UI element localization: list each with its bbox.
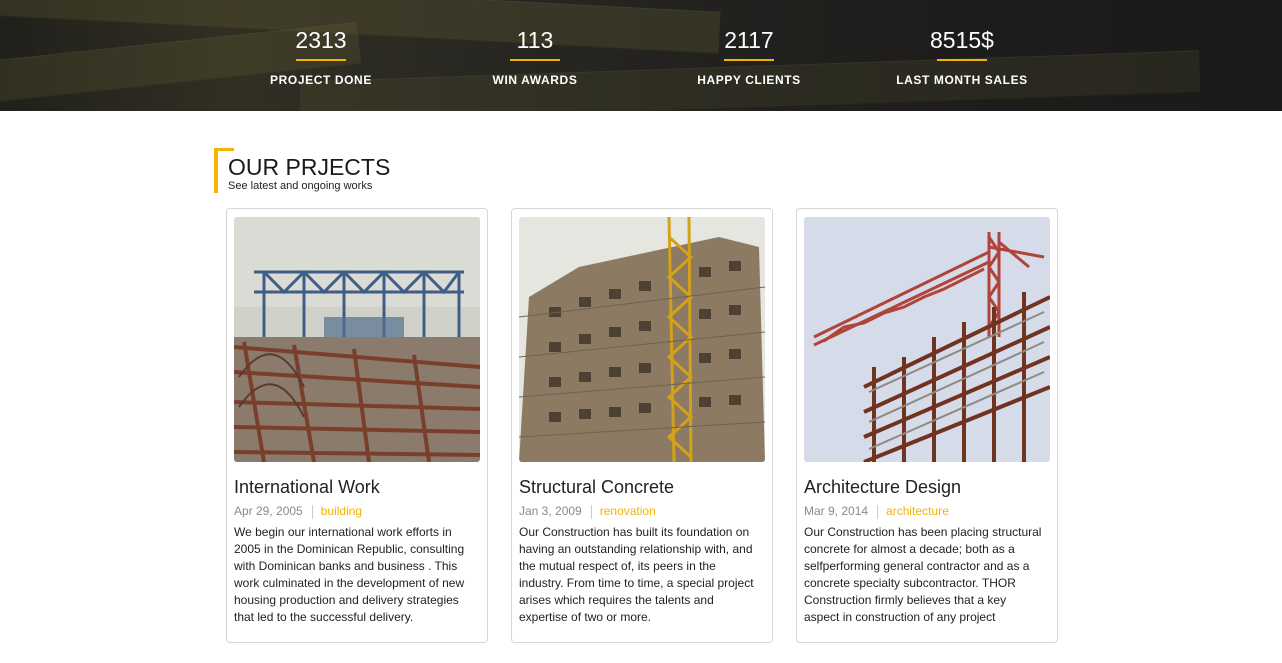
stats-overlay [0,0,1282,111]
project-image[interactable] [519,217,765,462]
project-image[interactable] [804,217,1050,462]
stat-value: 113 [516,27,554,53]
project-date: Mar 9, 2014 [804,504,869,518]
project-card-structural-concrete[interactable]: Structural Concrete Jan 3, 2009 renovatio… [511,208,773,643]
stat-win-awards: 113 WIN AWARDS [435,26,635,87]
project-card-international-work[interactable]: International Work Apr 29, 2005 building … [226,208,488,643]
stat-label: HAPPY CLIENTS [697,73,801,87]
steel-building-crane-image [804,217,1050,462]
concrete-tower-image [519,217,765,462]
stat-last-month-sales: 8515$ LAST MONTH SALES [862,26,1062,87]
heading-accent-bar-top [214,148,234,151]
steel-frame-construction-image [234,217,480,462]
project-image[interactable] [234,217,480,462]
project-category-link[interactable]: architecture [886,504,949,518]
meta-divider [590,504,592,519]
stat-underline [724,59,774,61]
stat-underline [510,59,560,61]
section-subtitle: See latest and ongoing works [228,180,373,192]
project-description: We begin our international work efforts … [234,525,465,624]
stat-label: LAST MONTH SALES [896,73,1028,87]
project-date: Apr 29, 2005 [234,504,303,518]
stat-underline [296,59,346,61]
project-description: Our Construction has built its foundatio… [519,525,754,624]
meta-divider [877,504,879,519]
project-category-link[interactable]: building [321,504,362,518]
stat-underline [937,59,987,61]
stat-value: 8515$ [930,27,994,53]
project-title[interactable]: International Work [234,477,380,498]
project-category-link[interactable]: renovation [600,504,656,518]
stat-value: 2117 [724,27,774,53]
stat-project-done: 2313 PROJECT DONE [221,26,421,87]
stat-value: 2313 [295,27,347,53]
stat-label: PROJECT DONE [270,73,372,87]
project-title[interactable]: Architecture Design [804,477,961,498]
stat-happy-clients: 2117 HAPPY CLIENTS [649,26,849,87]
project-meta: Mar 9, 2014 architecture [804,504,949,519]
project-meta: Apr 29, 2005 building [234,504,362,519]
heading-accent-bar [214,148,218,193]
section-title: OUR PRJECTS [228,154,391,180]
stats-band: 2313 PROJECT DONE 113 WIN AWARDS 2117 HA… [0,0,1282,111]
meta-divider [311,504,313,519]
project-meta: Jan 3, 2009 renovation [519,504,656,519]
project-title[interactable]: Structural Concrete [519,477,674,498]
project-date: Jan 3, 2009 [519,504,582,518]
stat-label: WIN AWARDS [492,73,578,87]
project-card-architecture-design[interactable]: Architecture Design Mar 9, 2014 architect… [796,208,1058,643]
project-description: Our Construction has been placing struct… [804,525,1042,624]
